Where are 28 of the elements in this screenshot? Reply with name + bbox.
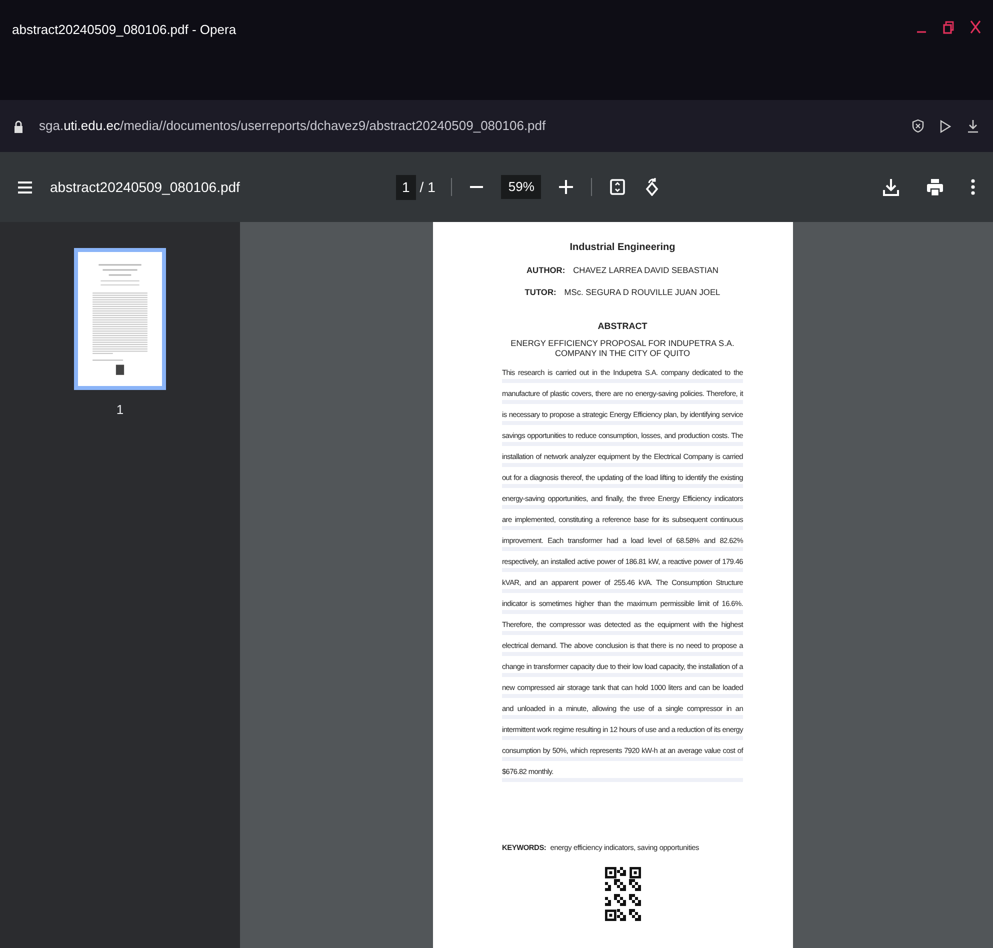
person-name: MSc. SEGURA D ROUVILLE JUAN JOEL — [564, 286, 720, 297]
close-icon[interactable] — [970, 20, 981, 34]
zoom-field[interactable]: 59% — [501, 175, 542, 199]
page-number-field[interactable]: 1 — [396, 174, 416, 200]
menu-button[interactable] — [16, 178, 34, 196]
url-text[interactable]: sga.uti.edu.ec/media//documentos/userreports/dchavez9/abstract20240509_080106.pdf — [39, 116, 546, 136]
abstract-title: ENERGY EFFICIENCY PROPOSAL FOR INDUPETRA S.A. COMPANY IN THE CITY OF QUITO — [510, 338, 736, 359]
role-label: TUTOR: — [524, 286, 556, 297]
person-name: CHAVEZ LARREA DAVID SEBASTIAN — [573, 265, 718, 275]
restore-icon[interactable] — [943, 20, 954, 34]
more-options-button[interactable] — [969, 177, 977, 197]
play-icon[interactable] — [940, 120, 951, 132]
abstract-heading: ABSTRACT — [596, 320, 648, 334]
lock-icon[interactable] — [14, 120, 23, 132]
download-icon[interactable] — [967, 119, 979, 133]
role-label: AUTHOR: — [526, 265, 566, 275]
fit-page-button[interactable] — [608, 177, 628, 197]
shield-icon[interactable] — [912, 119, 924, 133]
zoom-in-button[interactable] — [557, 178, 576, 196]
window-title: abstract20240509_080106.pdf - Opera — [12, 21, 236, 39]
page-number-label: 1 — [116, 401, 124, 419]
qr-code-icon — [604, 866, 640, 921]
print-button[interactable] — [925, 176, 945, 198]
page-thumbnail[interactable] — [74, 248, 166, 390]
download-button[interactable] — [881, 176, 901, 198]
page-total: / 1 — [420, 178, 436, 196]
department-title: Industrial Engineering — [568, 241, 676, 255]
file-name: abstract20240509_080106.pdf — [50, 178, 240, 197]
